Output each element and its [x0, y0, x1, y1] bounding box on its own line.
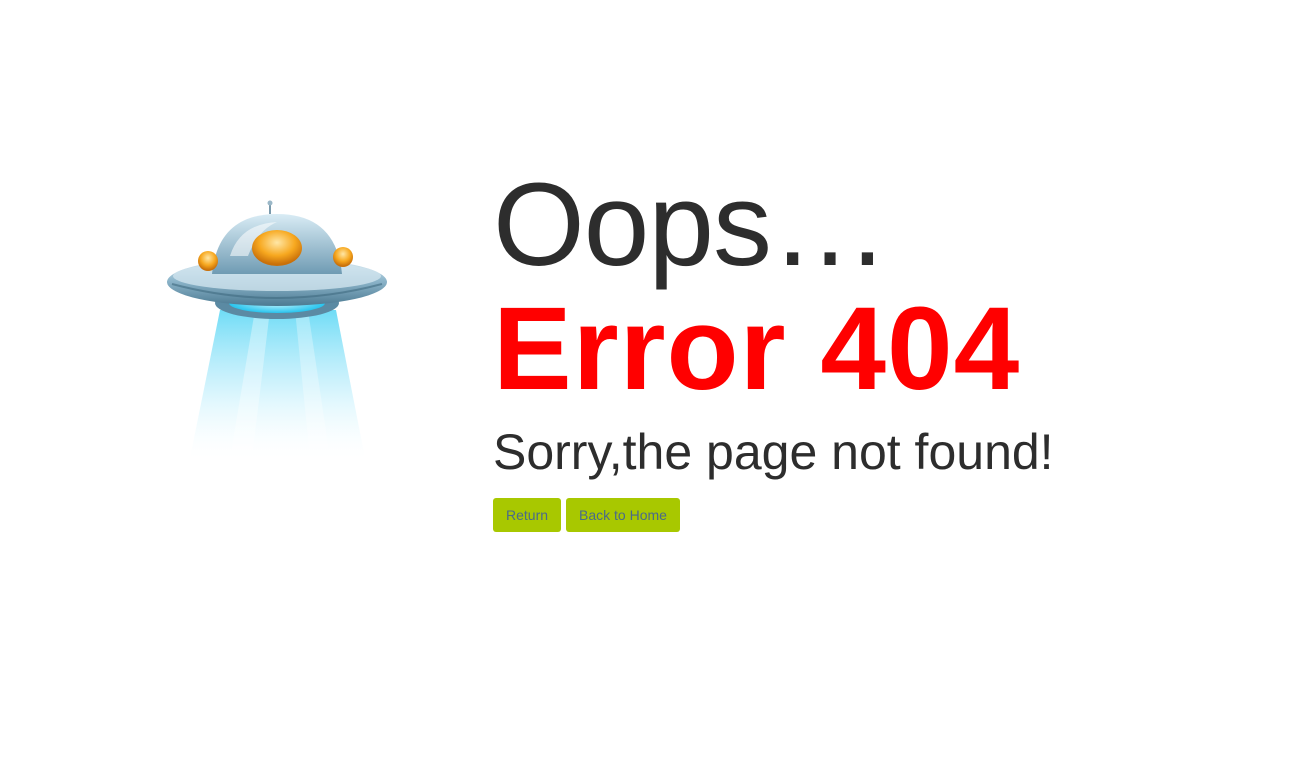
error-message-block: Oops… Error 404 Sorry,the page not found…: [493, 160, 1054, 532]
oops-heading: Oops…: [493, 159, 889, 291]
action-buttons: Return Back to Home: [493, 498, 1054, 532]
error-page: Oops… Error 404 Sorry,the page not found…: [0, 0, 1300, 759]
return-button[interactable]: Return: [493, 498, 562, 532]
ufo-icon: [167, 200, 387, 458]
not-found-message: Sorry,the page not found!: [493, 424, 1054, 480]
back-to-home-button[interactable]: Back to Home: [566, 498, 680, 532]
error-code-heading: Error 404: [493, 283, 1021, 415]
